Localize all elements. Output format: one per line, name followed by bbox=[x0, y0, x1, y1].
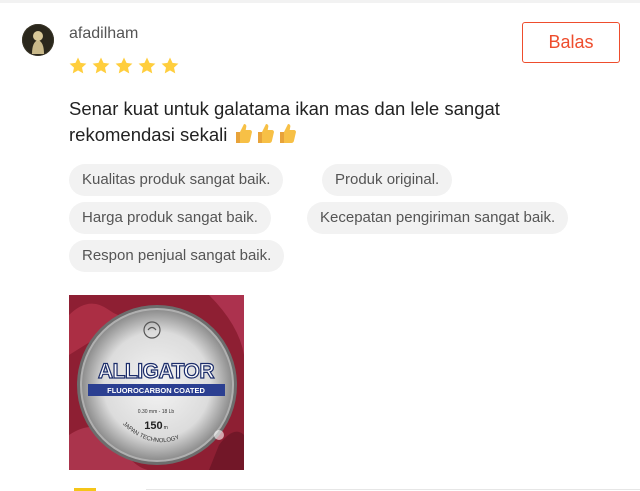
thumbs-up-icon bbox=[258, 124, 275, 143]
photo-length-value: 150 bbox=[144, 420, 162, 432]
reviewer-username: afadilham bbox=[69, 25, 139, 42]
star-icon bbox=[69, 57, 87, 74]
reply-button[interactable]: Balas bbox=[522, 22, 620, 63]
review-photo[interactable]: ALLIGATOR FLUOROCARBON COATED 0.30 mm - … bbox=[69, 295, 244, 470]
thumbs-up-icon bbox=[236, 124, 253, 143]
avatar[interactable] bbox=[22, 24, 54, 56]
thumbs-up-icon bbox=[280, 124, 297, 143]
review-comment: Senar kuat untuk galatama ikan mas dan l… bbox=[69, 96, 589, 148]
tag-price: Harga produk sangat baik. bbox=[69, 202, 271, 234]
photo-brand-text: ALLIGATOR bbox=[98, 360, 214, 383]
tag-shipping-speed: Kecepatan pengiriman sangat baik. bbox=[307, 202, 569, 234]
tag-product-quality: Kualitas produk sangat baik. bbox=[69, 164, 284, 196]
star-rating bbox=[68, 56, 180, 76]
tag-seller-response: Respon penjual sangat baik. bbox=[69, 240, 285, 272]
photo-length-unit: m bbox=[164, 425, 168, 431]
star-icon bbox=[92, 57, 110, 74]
star-icon bbox=[161, 57, 179, 74]
emoji-group bbox=[233, 122, 297, 144]
top-divider bbox=[0, 0, 640, 3]
tag-original-product: Produk original. bbox=[322, 164, 453, 196]
star-icon bbox=[138, 57, 156, 74]
star-icon bbox=[115, 57, 133, 74]
photo-subtitle-text: FLUOROCARBON COATED bbox=[107, 386, 205, 395]
photo-spec-text: 0.30 mm - 18 Lb bbox=[138, 409, 175, 415]
bottom-divider bbox=[146, 489, 640, 490]
